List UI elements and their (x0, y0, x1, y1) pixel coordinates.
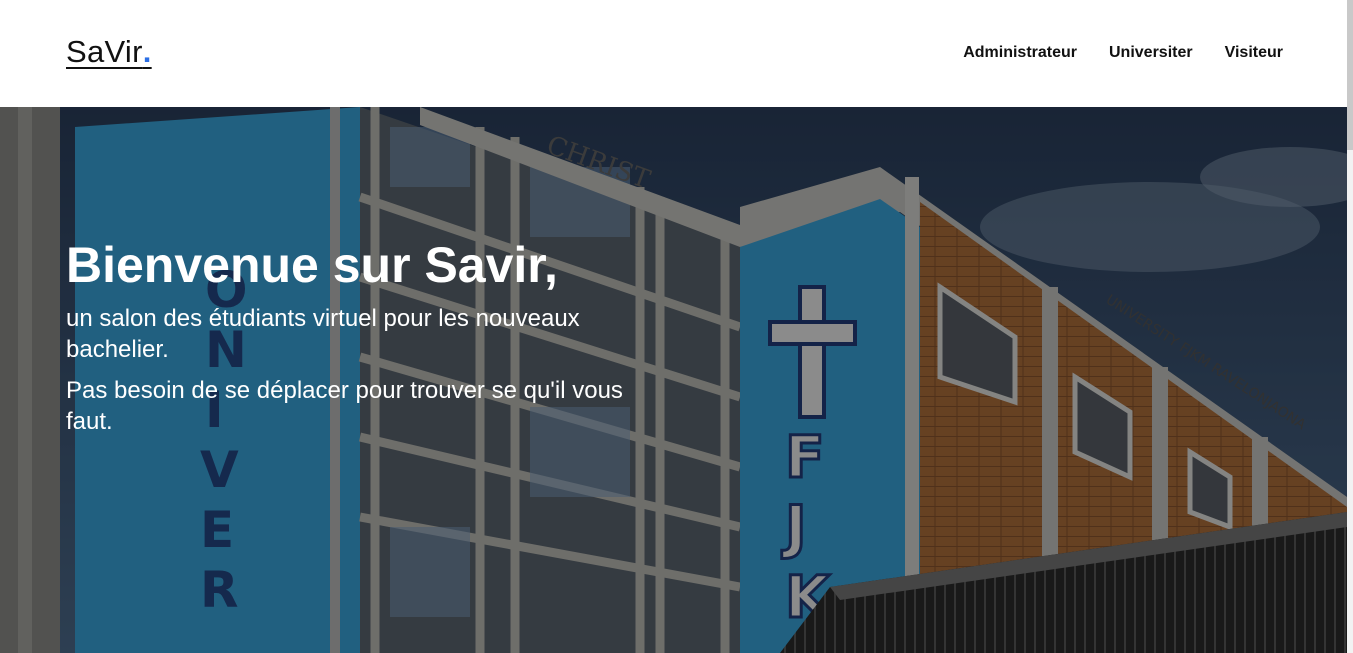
top-header: SaVir. Administrateur Universiter Visite… (0, 0, 1353, 107)
scrollbar-thumb[interactable] (1347, 0, 1353, 150)
hero-tagline: Pas besoin de se déplacer pour trouver s… (66, 377, 623, 435)
hero-text-block: Bienvenue sur Savir, un salon des étudia… (66, 237, 666, 437)
hero-title: Bienvenue sur Savir, (66, 237, 558, 293)
hero-section: O N I V E R CHRIST F J K UNIVERSITY FJKM… (0, 107, 1347, 653)
nav-link-universiter[interactable]: Universiter (1109, 44, 1193, 62)
brand-dot: . (142, 34, 152, 69)
nav-link-administrateur[interactable]: Administrateur (963, 44, 1077, 62)
nav-link-visiteur[interactable]: Visiteur (1225, 44, 1283, 62)
brand-logo[interactable]: SaVir. (66, 34, 152, 70)
main-nav: Administrateur Universiter Visiteur (963, 44, 1283, 62)
hero-subtitle: un salon des étudiants virtuel pour les … (66, 305, 580, 363)
page-scrollbar[interactable] (1347, 0, 1353, 653)
brand-text: SaVir (66, 34, 143, 69)
